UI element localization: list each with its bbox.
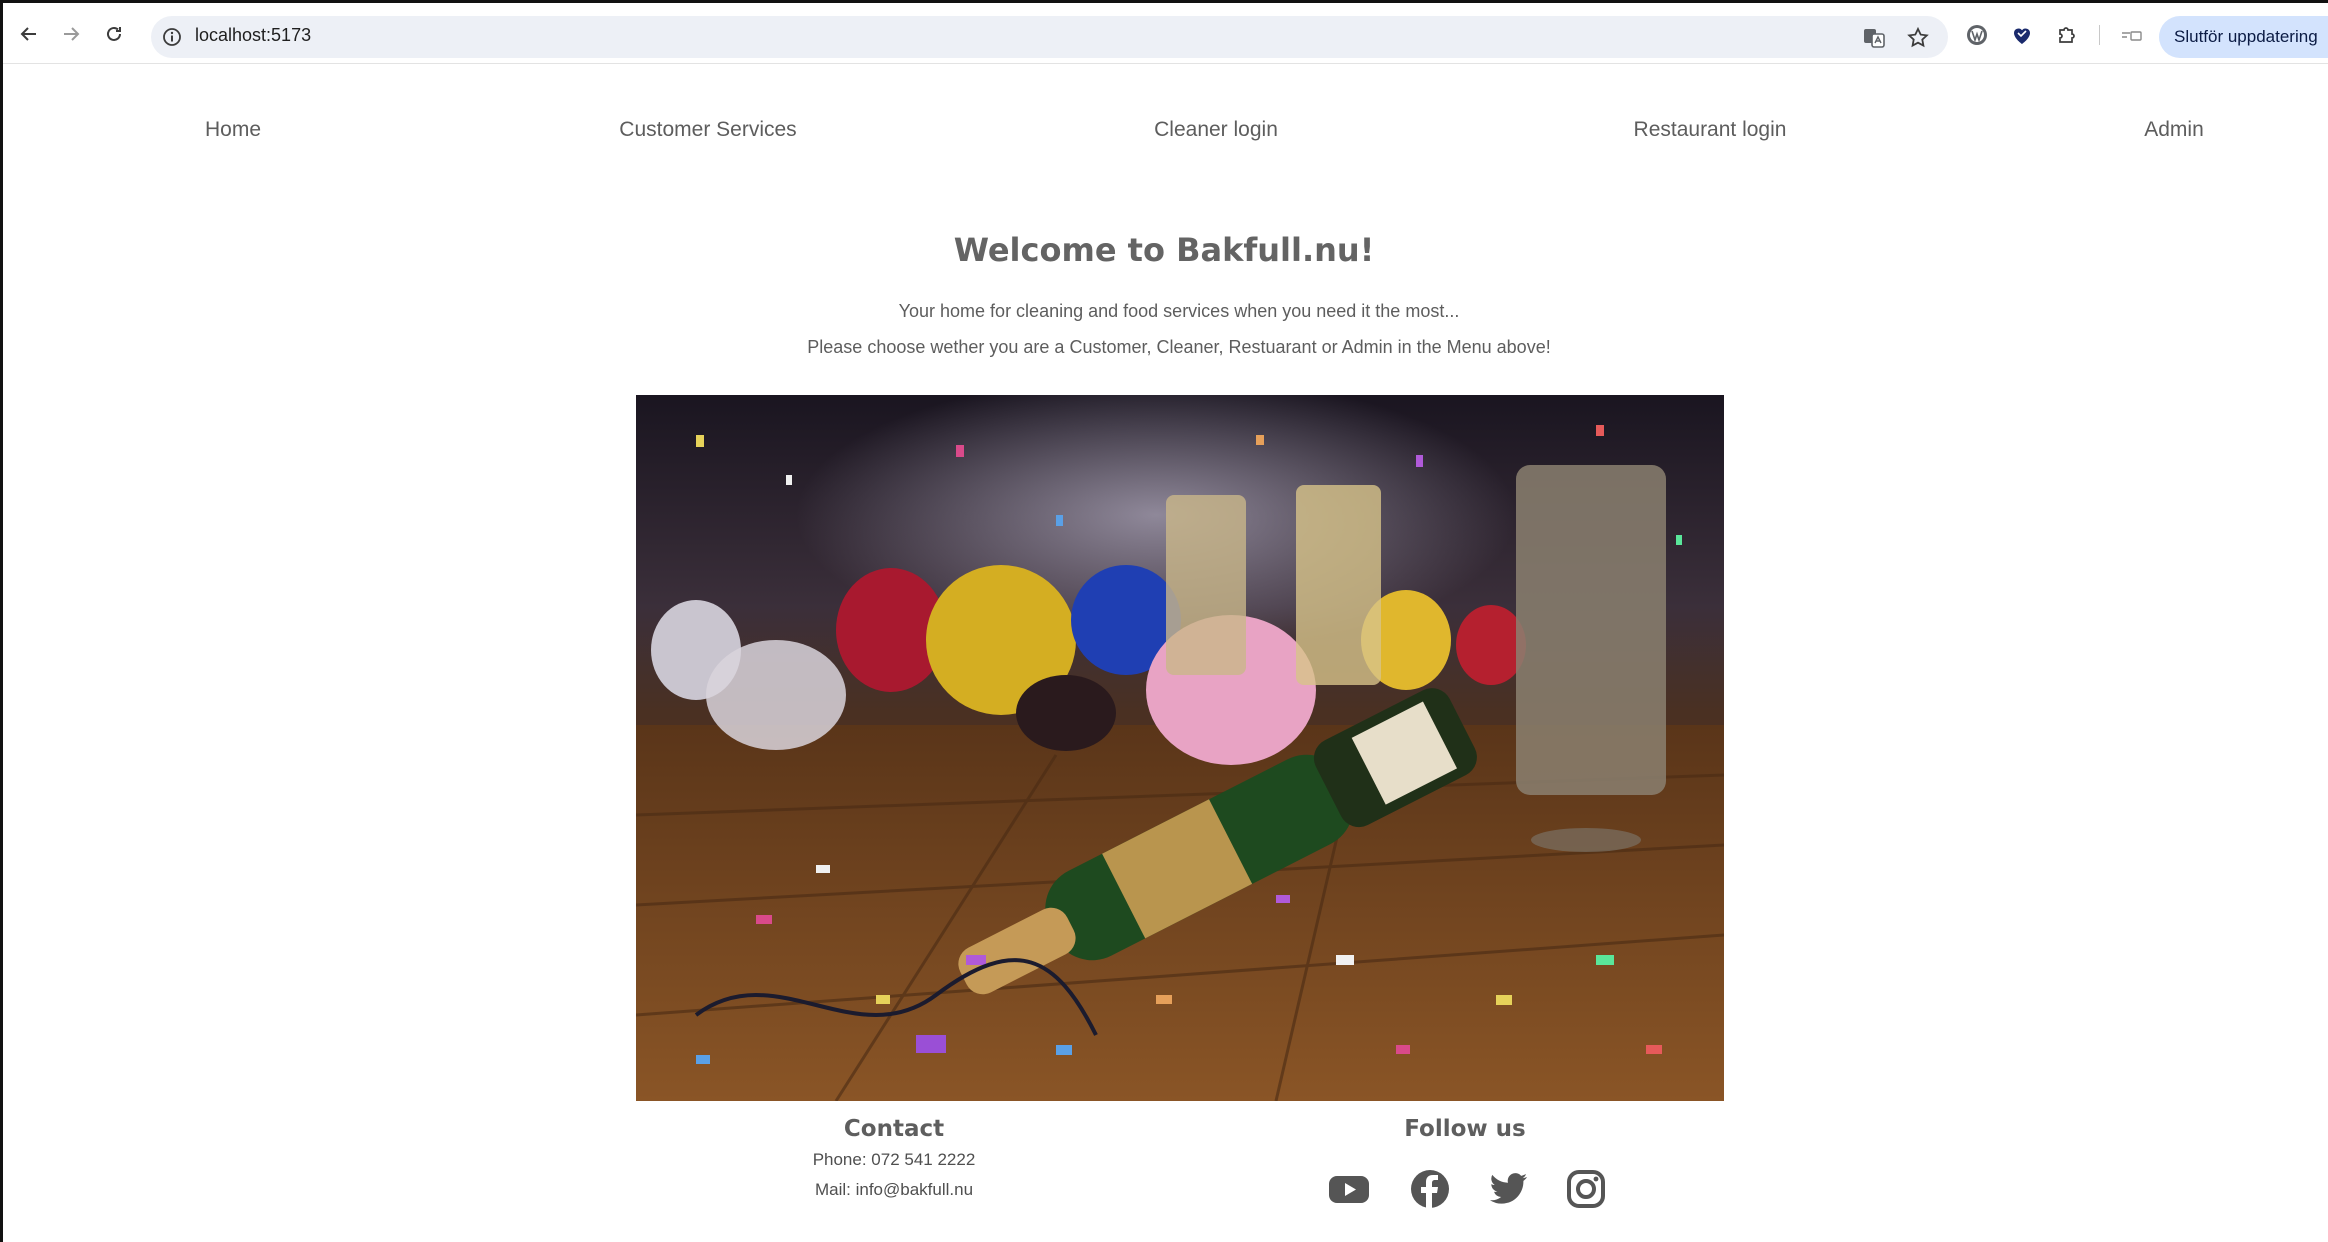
footer-contact: Contact Phone: 072 541 2222 Mail: info@b… <box>794 1116 994 1200</box>
hero-instructions: Please choose wether you are a Customer,… <box>807 337 1551 357</box>
twitter-icon[interactable] <box>1487 1167 1531 1211</box>
contact-heading: Contact <box>843 1116 945 1142</box>
url-text: localhost:5173 <box>195 25 312 45</box>
back-arrow-icon[interactable] <box>14 19 44 49</box>
heart-extension-icon[interactable] <box>2010 23 2034 47</box>
browser-toolbar: localhost:5173 Slutför uppdatering <box>3 3 2328 64</box>
instagram-icon[interactable] <box>1564 1167 1608 1211</box>
bookmark-star-icon[interactable] <box>1906 26 1930 50</box>
hero-tagline: Your home for cleaning and food services… <box>898 301 1460 321</box>
facebook-icon[interactable] <box>1408 1167 1452 1211</box>
translate-icon[interactable] <box>1862 26 1886 50</box>
forward-arrow-icon[interactable] <box>56 19 86 49</box>
follow-heading: Follow us <box>1404 1116 1526 1142</box>
contact-mail: Mail: info@bakfull.nu <box>814 1180 974 1199</box>
hero-image <box>636 395 1724 1101</box>
contact-phone: Phone: 072 541 2222 <box>812 1150 976 1169</box>
reload-icon[interactable] <box>99 19 129 49</box>
nav-item-customer-services[interactable]: Customer Services <box>619 118 796 142</box>
toolbar-separator <box>2099 25 2100 45</box>
youtube-icon[interactable] <box>1327 1167 1371 1211</box>
nav-item-cleaner-login[interactable]: Cleaner login <box>1154 118 1278 142</box>
wordpress-extension-icon[interactable] <box>1965 23 1989 47</box>
finish-update-button[interactable]: Slutför uppdatering <box>2159 16 2328 58</box>
nav-item-admin[interactable]: Admin <box>2144 118 2204 142</box>
nav-item-restaurant-login[interactable]: Restaurant login <box>1634 118 1787 142</box>
address-bar[interactable]: localhost:5173 <box>151 16 1948 58</box>
extensions-puzzle-icon[interactable] <box>2055 23 2079 47</box>
tab-search-icon[interactable] <box>2119 24 2143 48</box>
site-navigation: Home Customer Services Cleaner login Res… <box>0 118 2328 158</box>
nav-item-home[interactable]: Home <box>205 118 261 142</box>
footer-follow: Follow us <box>1315 1116 1615 1142</box>
page-title: Welcome to Bakfull.nu! <box>953 231 1375 269</box>
site-info-icon[interactable] <box>161 26 183 48</box>
